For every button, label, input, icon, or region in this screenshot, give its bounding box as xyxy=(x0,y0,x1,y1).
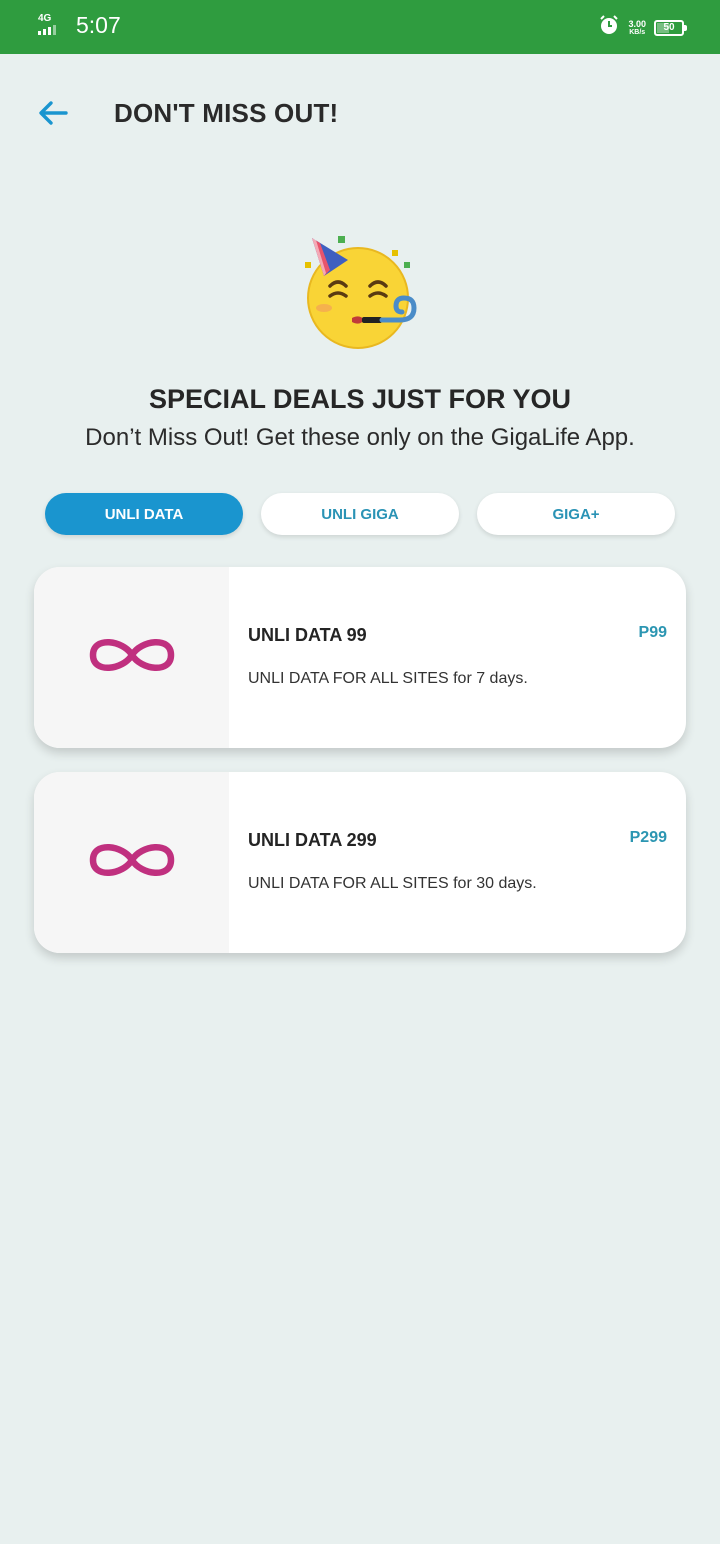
tab-unli-data[interactable]: UNLI DATA xyxy=(45,493,243,535)
deal-price: P99 xyxy=(638,624,667,641)
battery-level: 50 xyxy=(663,21,675,33)
infinity-icon xyxy=(87,837,177,888)
deal-price: P299 xyxy=(629,829,667,846)
deal-icon-area xyxy=(34,567,229,748)
deal-description: UNLI DATA FOR ALL SITES for 30 days. xyxy=(248,875,537,892)
status-left: 4G 5:07 xyxy=(38,12,121,38)
page-header: DON'T MISS OUT! xyxy=(0,80,720,150)
status-bar: 4G 5:07 3.00 KB/s 50 xyxy=(0,0,720,54)
deal-tabs: UNLI DATA UNLI GIGA GIGA+ xyxy=(45,493,675,535)
deal-description: UNLI DATA FOR ALL SITES for 7 days. xyxy=(248,670,528,687)
infinity-icon xyxy=(87,632,177,683)
status-right: 3.00 KB/s 50 xyxy=(598,14,687,41)
speed-unit: KB/s xyxy=(629,28,646,36)
battery-icon: 50 xyxy=(654,19,687,36)
back-button[interactable] xyxy=(32,94,74,136)
network-type: 4G xyxy=(38,13,52,24)
page-title: DON'T MISS OUT! xyxy=(114,98,339,128)
deal-icon-area xyxy=(34,772,229,953)
deal-card[interactable]: UNLI DATA 99 P99 UNLI DATA FOR ALL SITES… xyxy=(34,567,686,748)
speed-value: 3.00 xyxy=(628,18,646,29)
hero-subtitle: Don’t Miss Out! Get these only on the Gi… xyxy=(85,424,635,451)
deal-name: UNLI DATA 299 xyxy=(248,830,377,850)
signal-icon: 4G xyxy=(38,12,68,38)
deal-name: UNLI DATA 99 xyxy=(248,625,367,645)
alarm-icon xyxy=(598,14,620,41)
arrow-left-icon xyxy=(37,100,69,131)
hero-title: SPECIAL DEALS JUST FOR YOU xyxy=(148,384,572,414)
deal-card[interactable]: UNLI DATA 299 P299 UNLI DATA FOR ALL SIT… xyxy=(34,772,686,953)
party-face-icon xyxy=(290,226,430,366)
clock: 5:07 xyxy=(76,12,121,38)
tab-unli-giga[interactable]: UNLI GIGA xyxy=(261,493,459,535)
network-speed: 3.00 KB/s xyxy=(628,19,646,37)
tab-giga-plus[interactable]: GIGA+ xyxy=(477,493,675,535)
